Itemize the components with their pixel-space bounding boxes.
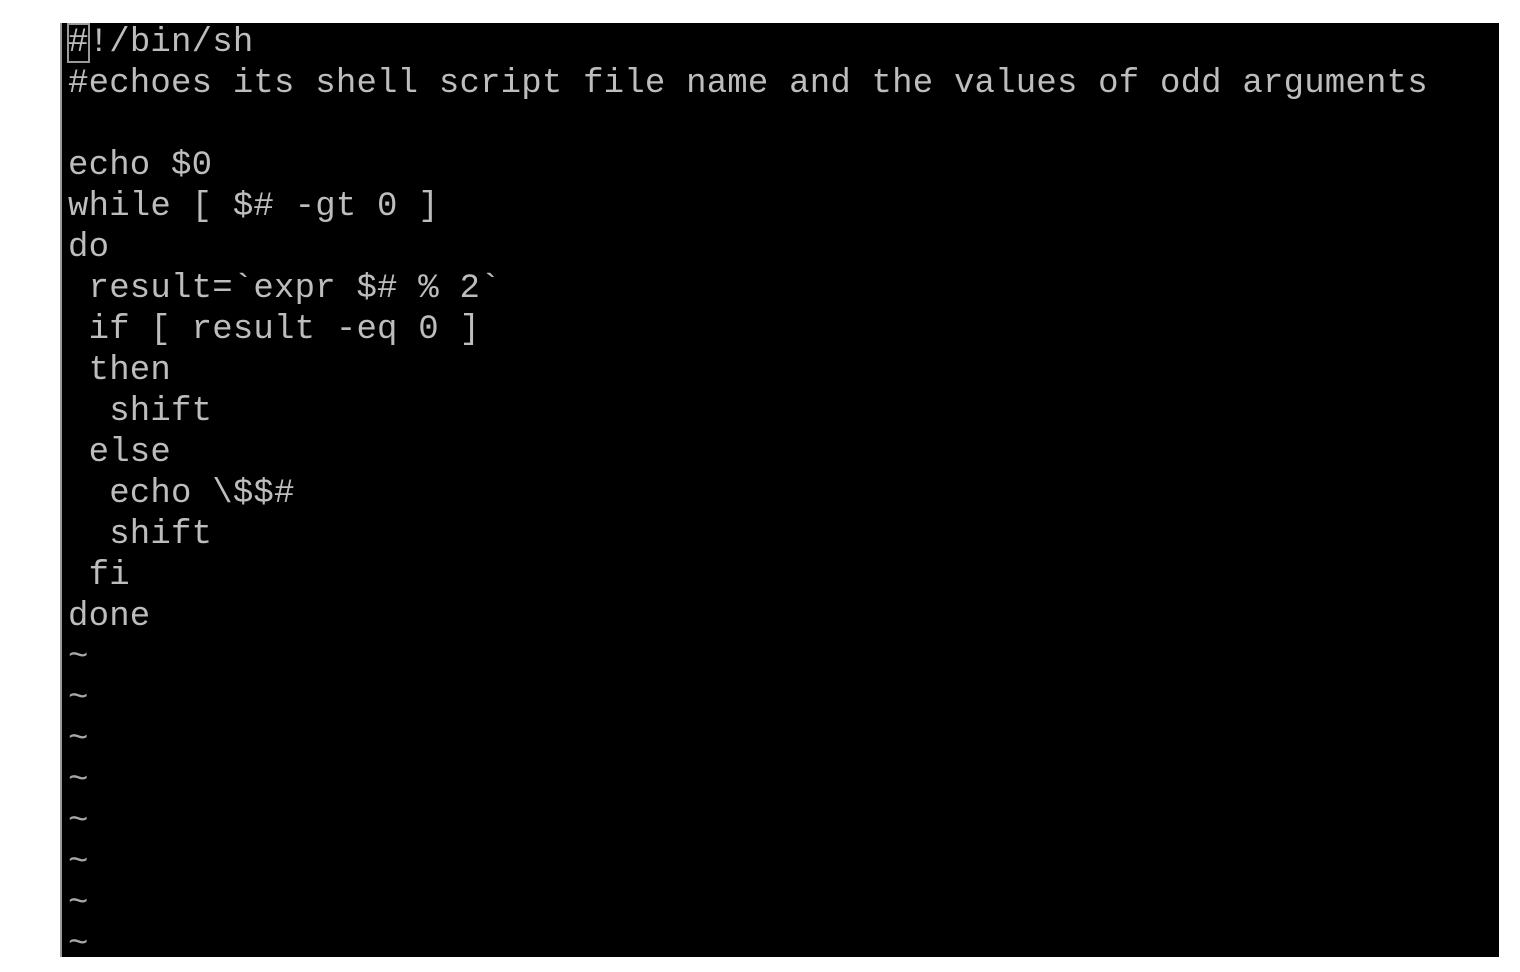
code-line: result=`expr $# % 2` <box>68 270 501 308</box>
code-line: else <box>68 434 172 472</box>
code-line: echo \$$# <box>68 475 295 513</box>
vi-editor-window[interactable]: #!/bin/sh #echoes its shell script file … <box>60 23 1499 957</box>
code-line: fi <box>68 557 130 595</box>
text-cursor: # <box>67 23 90 63</box>
empty-line-tilde: ~ <box>68 885 89 923</box>
comment-line: #echoes its shell script file name and t… <box>68 65 1428 103</box>
code-line: done <box>68 598 151 636</box>
code-line: while [ $# -gt 0 ] <box>68 188 439 226</box>
empty-line-tilde: ~ <box>68 762 89 800</box>
code-line: shift <box>68 516 213 554</box>
editor-buffer[interactable]: #!/bin/sh #echoes its shell script file … <box>62 23 1499 957</box>
empty-line-tilde: ~ <box>68 803 89 841</box>
empty-line-tilde: ~ <box>68 844 89 882</box>
code-line: #!/bin/sh <box>67 23 254 63</box>
code-line: shift <box>68 393 213 431</box>
empty-line-tilde: ~ <box>68 926 89 957</box>
code-line: if [ result -eq 0 ] <box>68 311 481 349</box>
empty-line-tilde: ~ <box>68 639 89 677</box>
code-line: then <box>68 352 172 390</box>
code-line: do <box>68 229 110 267</box>
code-line: echo $0 <box>68 147 213 185</box>
empty-line-tilde: ~ <box>68 680 89 718</box>
empty-line-tilde: ~ <box>68 721 89 759</box>
